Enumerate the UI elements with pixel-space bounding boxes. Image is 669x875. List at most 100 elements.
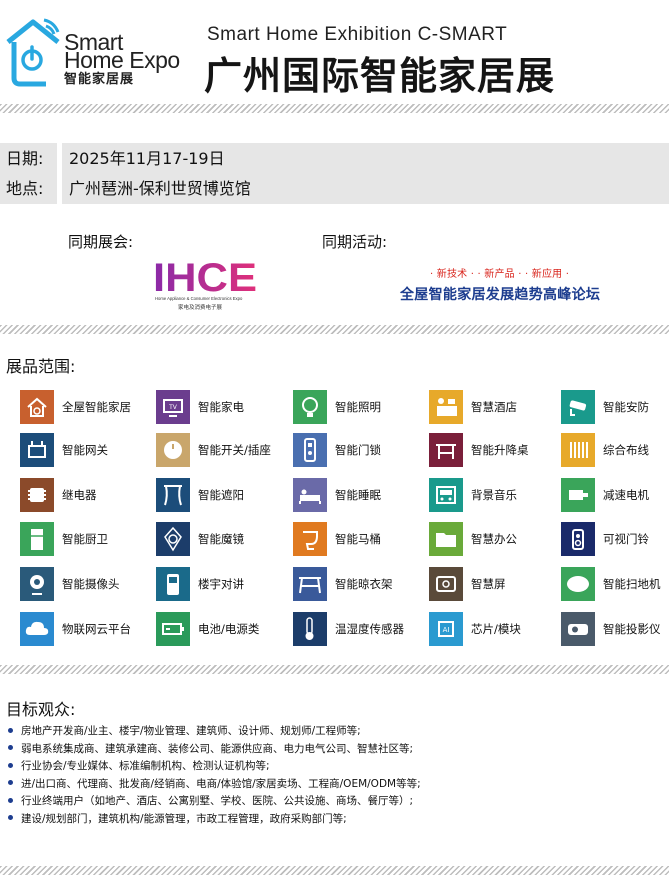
product-label: 智慧屏 bbox=[471, 577, 506, 591]
product-label: 智能开关/插座 bbox=[198, 443, 271, 457]
thermometer-icon bbox=[293, 612, 327, 646]
tv-icon: TV bbox=[156, 390, 190, 424]
ihce-sub-en: Home Appliance & Consumer Electronics Ex… bbox=[155, 296, 243, 301]
logo-house-icon bbox=[2, 12, 64, 92]
door-lock-icon bbox=[293, 433, 327, 467]
venue-value: 广州琶洲-保利世贸博览馆 bbox=[62, 173, 669, 204]
hotel-reception-icon bbox=[429, 390, 463, 424]
product-label: 智能网关 bbox=[62, 443, 108, 457]
concurrent-exhibition-label: 同期展会: bbox=[68, 233, 134, 251]
product-label: 智慧办公 bbox=[471, 532, 517, 546]
cloud-icon bbox=[20, 612, 54, 646]
product-label: 智慧酒店 bbox=[471, 400, 517, 414]
cabling-icon bbox=[561, 433, 595, 467]
relay-icon bbox=[20, 478, 54, 512]
product-label: 智能摄像头 bbox=[62, 577, 120, 591]
bullet-icon bbox=[8, 797, 13, 803]
battery-icon bbox=[156, 612, 190, 646]
smart-screen-icon bbox=[429, 567, 463, 601]
audience-item: 行业协会/专业媒体、标准编制机构、检测认证机构等; bbox=[8, 758, 421, 776]
product-label: 智能扫地机 bbox=[603, 577, 661, 591]
venue-label: 地点: bbox=[0, 173, 57, 204]
product-label: 继电器 bbox=[62, 488, 97, 502]
security-camera-icon bbox=[561, 390, 595, 424]
webcam-icon bbox=[20, 567, 54, 601]
product-label: 减速电机 bbox=[603, 488, 649, 502]
toilet-icon bbox=[293, 522, 327, 556]
product-label: 可视门铃 bbox=[603, 532, 649, 546]
magic-mirror-icon bbox=[156, 522, 190, 556]
audience-item-text: 弱电系统集成商、建筑承建商、装修公司、能源供应商、电力电气公司、智慧社区等; bbox=[21, 742, 414, 755]
bullet-icon bbox=[8, 762, 13, 768]
projector-icon bbox=[561, 612, 595, 646]
bullet-icon bbox=[8, 780, 13, 785]
svg-text:TV: TV bbox=[168, 404, 178, 411]
divider-stripe bbox=[0, 665, 669, 674]
title-en: Smart Home Exhibition C-SMART bbox=[207, 24, 508, 45]
product-label: 电池/电源类 bbox=[198, 622, 260, 636]
smart-home-icon bbox=[20, 390, 54, 424]
audience-item-text: 建设/规划部门，建筑机构/能源管理，市政工程管理，政府采购部门等; bbox=[21, 812, 347, 825]
divider-stripe bbox=[0, 866, 669, 875]
product-label: 智能安防 bbox=[603, 400, 649, 414]
concurrent-activity-label: 同期活动: bbox=[322, 233, 388, 251]
product-label: 楼宇对讲 bbox=[198, 577, 244, 591]
date-value: 2025年11月17-19日 bbox=[62, 143, 669, 174]
audience-item: 进/出口商、代理商、批发商/经销商、电商/体验馆/家居卖场、工程商/OEM/OD… bbox=[8, 776, 421, 794]
switch-icon bbox=[156, 433, 190, 467]
product-label: 智能魔镜 bbox=[198, 532, 244, 546]
product-label: 智能睡眠 bbox=[335, 488, 381, 502]
bed-icon bbox=[293, 478, 327, 512]
fridge-icon bbox=[20, 522, 54, 556]
audience-item: 弱电系统集成商、建筑承建商、装修公司、能源供应商、电力电气公司、智慧社区等; bbox=[8, 741, 421, 759]
bullet-icon bbox=[8, 745, 13, 750]
svg-text:AI: AI bbox=[443, 626, 450, 634]
logo-text-cn: 智能家居展 bbox=[64, 71, 135, 86]
bullet-icon bbox=[8, 727, 13, 733]
product-label: 智能投影仪 bbox=[603, 622, 661, 636]
desk-icon bbox=[429, 433, 463, 467]
motor-icon bbox=[561, 478, 595, 512]
date-label: 日期: bbox=[0, 143, 57, 174]
product-label: 智能遮阳 bbox=[198, 488, 244, 502]
product-label: 智能升降桌 bbox=[471, 443, 529, 457]
page-title: 广州国际智能家居展 bbox=[204, 54, 556, 98]
ihce-logo: IHCE Home Appliance & Consumer Electroni… bbox=[151, 256, 261, 313]
curtain-icon bbox=[156, 478, 190, 512]
doorbell-icon bbox=[561, 522, 595, 556]
audience-item-text: 房地产开发商/业主、楼宇/物业管理、建筑师、设计师、规划师/工程师等; bbox=[21, 725, 361, 737]
product-label: 物联网云平台 bbox=[62, 622, 131, 636]
audience-item: 房地产开发商/业主、楼宇/物业管理、建筑师、设计师、规划师/工程师等; bbox=[8, 723, 421, 741]
audience-item-text: 进/出口商、代理商、批发商/经销商、电商/体验馆/家居卖场、工程商/OEM/OD… bbox=[21, 777, 421, 790]
products-title: 展品范围: bbox=[6, 357, 76, 376]
folder-icon bbox=[429, 522, 463, 556]
product-label: 芯片/模块 bbox=[471, 622, 521, 636]
product-label: 智能马桶 bbox=[335, 532, 381, 546]
product-label: 背景音乐 bbox=[471, 488, 517, 502]
ai-chip-icon: AI bbox=[429, 612, 463, 646]
product-label: 智能门锁 bbox=[335, 443, 381, 457]
robot-vacuum-icon bbox=[561, 567, 595, 601]
product-label: 全屋智能家居 bbox=[62, 400, 131, 414]
product-label: 综合布线 bbox=[603, 443, 649, 457]
product-label: 智能照明 bbox=[335, 400, 381, 414]
music-panel-icon bbox=[429, 478, 463, 512]
gateway-icon bbox=[20, 433, 54, 467]
audience-item-text: 行业协会/专业媒体、标准编制机构、检测认证机构等; bbox=[21, 760, 270, 772]
drying-rack-icon bbox=[293, 567, 327, 601]
bulb-icon bbox=[293, 390, 327, 424]
product-label: 智能厨卫 bbox=[62, 532, 108, 546]
ihce-logo-text: IHCE bbox=[153, 257, 257, 300]
forum-title: 全屋智能家居发展趋势高峰论坛 bbox=[400, 287, 601, 303]
audience-item: 行业终端用户（如地产、酒店、公寓别墅、学校、医院、公共设施、商场、餐厅等）; bbox=[8, 793, 421, 811]
audience-title: 目标观众: bbox=[6, 700, 76, 719]
audience-item-text: 行业终端用户（如地产、酒店、公寓别墅、学校、医院、公共设施、商场、餐厅等）; bbox=[21, 795, 414, 807]
audience-item: 建设/规划部门，建筑机构/能源管理，市政工程管理，政府采购部门等; bbox=[8, 811, 421, 829]
forum-tags: · 新技术 · · 新产品 · · 新应用 · bbox=[430, 269, 570, 280]
audience-list: 房地产开发商/业主、楼宇/物业管理、建筑师、设计师、规划师/工程师等; 弱电系统集… bbox=[8, 723, 421, 828]
product-label: 温湿度传感器 bbox=[335, 622, 404, 636]
bullet-icon bbox=[8, 815, 13, 820]
product-label: 智能家电 bbox=[198, 400, 244, 414]
divider-stripe bbox=[0, 104, 669, 113]
divider-stripe bbox=[0, 325, 669, 334]
